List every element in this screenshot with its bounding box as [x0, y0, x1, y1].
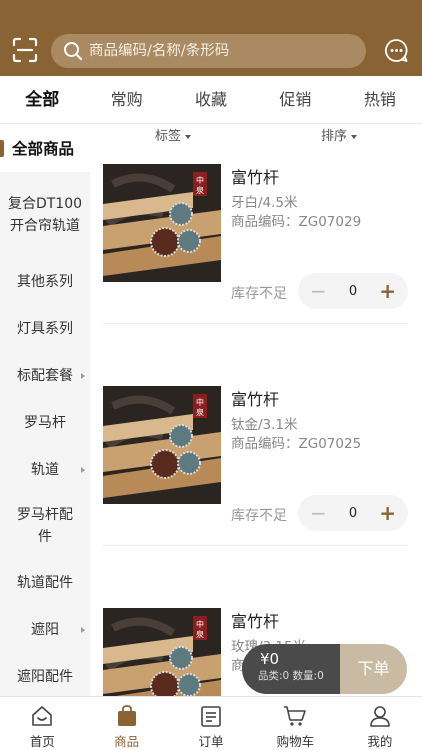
app-screen: 全部 常购 收藏 促销 热销 全部商品 复合DT100开合帘轨道 其他系列 灯具… [0, 0, 422, 750]
sidebar-item-sunshade[interactable]: 遮阳 [0, 606, 90, 653]
user-icon [370, 706, 390, 727]
sidebar-item-label: 罗马杆配件 [17, 507, 73, 545]
search-bar[interactable] [51, 34, 366, 68]
product-code: 商品编码：ZG07029 [231, 214, 362, 230]
quantity-value[interactable]: 0 [349, 284, 357, 299]
sidebar-item-label: 遮阳 [31, 621, 59, 638]
expand-arrow-icon [81, 466, 85, 473]
sidebar-item-label: 遮阳配件 [17, 668, 73, 685]
nav-label: 订单 [198, 734, 224, 749]
sidebar-item-roman-rod-accessories[interactable]: 罗马杆配件 [0, 493, 90, 559]
sidebar-item-label: 轨道配件 [17, 574, 73, 591]
bottom-nav: 首页 商品 订单 购物车 我的 [0, 696, 422, 750]
brand-logo-text: 泉 [196, 407, 204, 417]
product-card[interactable]: 中 泉 富竹杆 牙白/4.5米 商品编码：ZG07029 库存不足 − 0 + [103, 164, 408, 324]
sidebar-item-standard-package[interactable]: 标配套餐 [0, 352, 90, 399]
expand-arrow-icon [81, 372, 85, 379]
sidebar-item-label: 标配套餐 [17, 367, 73, 384]
sidebar-item-sunshade-accessories[interactable]: 遮阳配件 [0, 653, 90, 696]
divider [103, 545, 408, 546]
tab-hot[interactable]: 热销 [338, 76, 422, 123]
nav-me[interactable]: 我的 [338, 697, 422, 750]
increase-button[interactable]: + [379, 503, 396, 523]
search-input[interactable] [89, 43, 339, 59]
cart-summary[interactable]: ¥0 品类:0 数量:0 [242, 644, 340, 694]
product-image[interactable]: 中 泉 [103, 164, 221, 282]
category-sidebar: 全部商品 复合DT100开合帘轨道 其他系列 灯具系列 标配套餐 罗马杆 轨道 … [0, 125, 90, 696]
product-name: 富竹杆 [231, 168, 280, 187]
bag-icon [117, 705, 136, 726]
cart-total-price: ¥0 [260, 650, 280, 668]
caret-down-icon [351, 134, 358, 139]
order-icon [201, 706, 221, 727]
nav-label: 购物车 [276, 734, 315, 749]
sidebar-item-label: 全部商品 [12, 139, 75, 158]
sidebar-item-label: 复合DT100开合帘轨道 [7, 196, 83, 234]
sidebar-item-dt100-track[interactable]: 复合DT100开合帘轨道 [0, 172, 90, 258]
sidebar-item-label: 轨道 [31, 461, 59, 478]
sidebar-item-track-accessories[interactable]: 轨道配件 [0, 559, 90, 606]
cart-icon [284, 706, 307, 726]
divider [103, 323, 408, 324]
product-name: 富竹杆 [231, 390, 280, 409]
sidebar-item-label: 灯具系列 [17, 320, 73, 337]
product-spec: 钛金/3.1米 [231, 417, 298, 433]
nav-cart[interactable]: 购物车 [253, 697, 337, 750]
sidebar-item-other-series[interactable]: 其他系列 [0, 258, 90, 305]
nav-label: 首页 [29, 734, 55, 749]
nav-home[interactable]: 首页 [0, 697, 84, 750]
sidebar-item-all-products[interactable]: 全部商品 [0, 125, 90, 172]
search-icon [64, 42, 83, 61]
nav-label: 商品 [114, 734, 140, 749]
nav-orders[interactable]: 订单 [169, 697, 253, 750]
sidebar-item-roman-rod[interactable]: 罗马杆 [0, 399, 90, 446]
nav-label: 我的 [367, 734, 393, 749]
tag-filter-label: 标签 [155, 129, 182, 144]
top-header [0, 0, 422, 76]
product-code: 商品编码：ZG07025 [231, 436, 362, 452]
sidebar-item-label: 其他系列 [17, 273, 73, 290]
quantity-value[interactable]: 0 [349, 506, 357, 521]
expand-arrow-icon [81, 626, 85, 633]
decrease-button[interactable]: − [310, 503, 327, 523]
scan-icon[interactable] [12, 37, 38, 63]
sort-filter[interactable]: 排序 [321, 125, 358, 144]
nav-products[interactable]: 商品 [84, 697, 168, 750]
brand-logo-text: 泉 [196, 629, 204, 639]
product-name: 富竹杆 [231, 612, 280, 631]
category-tabs: 全部 常购 收藏 促销 热销 [0, 76, 422, 124]
product-image[interactable]: 中 泉 [103, 386, 221, 504]
tab-favorites[interactable]: 收藏 [169, 76, 253, 123]
filter-row: 标签 排序 [90, 125, 422, 144]
tab-frequent[interactable]: 常购 [84, 76, 168, 123]
tag-filter[interactable]: 标签 [155, 125, 192, 144]
sort-filter-label: 排序 [321, 129, 348, 144]
stock-status: 库存不足 [231, 508, 287, 524]
increase-button[interactable]: + [379, 281, 396, 301]
message-icon[interactable] [384, 38, 409, 63]
place-order-button[interactable]: 下单 [340, 644, 407, 694]
caret-down-icon [185, 134, 192, 139]
home-icon [32, 706, 53, 726]
brand-logo-text: 中 [196, 175, 204, 185]
sidebar-item-label: 罗马杆 [24, 414, 66, 431]
quantity-stepper: − 0 + [298, 273, 408, 309]
quantity-stepper: − 0 + [298, 495, 408, 531]
sidebar-item-lighting-series[interactable]: 灯具系列 [0, 305, 90, 352]
tab-all[interactable]: 全部 [0, 76, 84, 123]
tab-promotions[interactable]: 促销 [253, 76, 337, 123]
brand-logo-text: 中 [196, 619, 204, 629]
product-spec: 牙白/4.5米 [231, 195, 298, 211]
cart-item-count: 品类:0 数量:0 [258, 670, 324, 682]
brand-logo-text: 中 [196, 397, 204, 407]
cart-summary-bar: ¥0 品类:0 数量:0 下单 [242, 644, 407, 694]
product-card[interactable]: 中 泉 富竹杆 钛金/3.1米 商品编码：ZG07025 库存不足 − 0 + [103, 386, 408, 546]
sidebar-item-track[interactable]: 轨道 [0, 446, 90, 493]
brand-logo-text: 泉 [196, 185, 204, 195]
stock-status: 库存不足 [231, 286, 287, 302]
decrease-button[interactable]: − [310, 281, 327, 301]
